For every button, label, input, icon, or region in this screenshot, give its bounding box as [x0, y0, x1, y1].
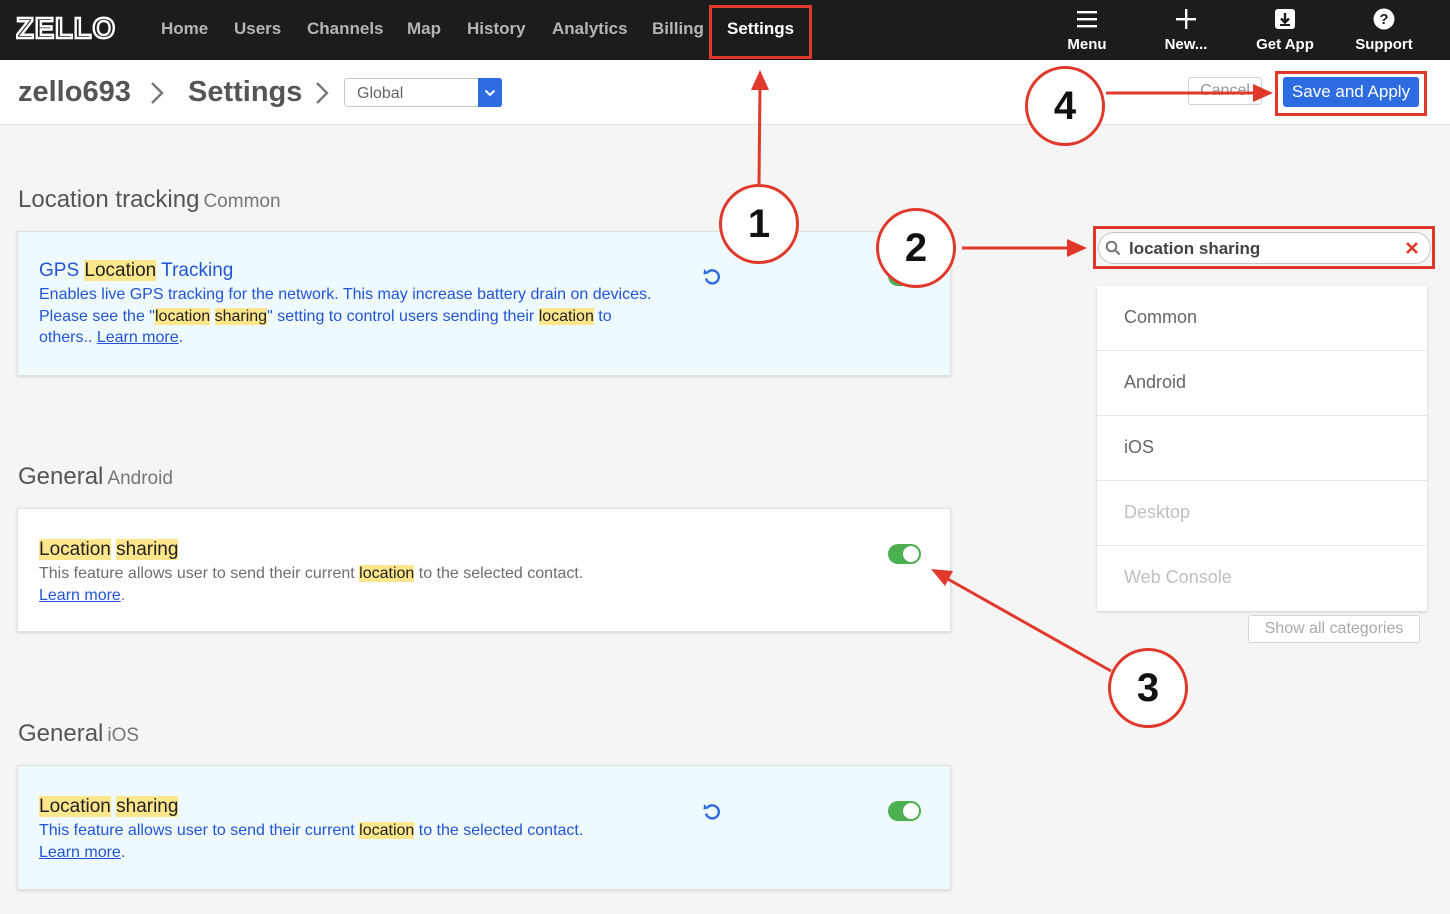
- section-title-location-tracking: Location tracking Common: [18, 186, 281, 214]
- description-line: others.. Learn more.: [39, 329, 184, 346]
- category-desktop[interactable]: Desktop: [1097, 481, 1427, 546]
- hamburger-icon: [1077, 11, 1097, 28]
- breadcrumb-account[interactable]: zello693: [18, 76, 131, 109]
- setting-description: This feature allows user to send their c…: [39, 820, 739, 863]
- setting-card-location-sharing-android: Location sharing This feature allows use…: [17, 508, 951, 632]
- category-ios[interactable]: iOS: [1097, 416, 1427, 481]
- section-title-general-android: General Android: [18, 463, 173, 491]
- setting-description: This feature allows user to send their c…: [39, 563, 739, 606]
- title-highlight: Location: [39, 796, 111, 817]
- svg-text:?: ?: [1379, 11, 1388, 28]
- section-title-general-ios: General iOS: [18, 720, 139, 748]
- annotation-marker-4: 4: [1025, 66, 1105, 146]
- learn-more-link[interactable]: Learn more: [39, 587, 121, 604]
- get-app-button[interactable]: Get App: [1240, 6, 1330, 53]
- setting-title: Location sharing: [39, 539, 179, 561]
- new-button[interactable]: New...: [1141, 6, 1231, 53]
- download-icon: [1275, 9, 1295, 29]
- plus-icon: [1176, 9, 1196, 29]
- location-sharing-ios-toggle[interactable]: [888, 801, 921, 821]
- description-text: This feature allows user to send their c…: [39, 565, 360, 582]
- scope-select-value: Global: [357, 85, 404, 102]
- description-text: This feature allows user to send their c…: [39, 822, 360, 839]
- description-text: to the selected contact.: [414, 565, 584, 582]
- category-android[interactable]: Android: [1097, 351, 1427, 416]
- section-title-text: Location tracking: [18, 186, 200, 213]
- description-text: to the selected contact.: [414, 822, 584, 839]
- title-highlight: Location: [39, 539, 111, 560]
- menu-label: Menu: [1067, 36, 1107, 53]
- location-sharing-android-toggle[interactable]: [888, 544, 921, 564]
- reset-icon[interactable]: [701, 265, 723, 287]
- description-text: to: [593, 307, 612, 325]
- title-highlight: sharing: [116, 796, 179, 817]
- description-highlight: location: [154, 307, 211, 325]
- description-highlight: location: [359, 822, 415, 839]
- setting-description: Enables live GPS tracking for the networ…: [39, 284, 739, 349]
- show-all-categories-button[interactable]: Show all categories: [1248, 615, 1420, 643]
- setting-title: GPS Location Tracking: [39, 260, 233, 282]
- annotation-box-save: [1275, 71, 1427, 116]
- section-subtitle: Android: [107, 468, 173, 489]
- nav-history[interactable]: History: [467, 19, 526, 39]
- description-text: Please see the ": [39, 307, 155, 325]
- description-line: This feature allows user to send their c…: [39, 563, 739, 585]
- page-title: Settings: [188, 76, 303, 108]
- description-line: Learn more.: [39, 843, 126, 861]
- reset-icon[interactable]: [701, 800, 723, 822]
- description-highlight: sharing: [214, 307, 268, 325]
- setting-card-location-sharing-ios: Location sharing This feature allows use…: [17, 765, 951, 890]
- annotation-marker-2: 2: [876, 208, 956, 288]
- setting-card-gps-location-tracking: GPS Location Tracking Enables live GPS t…: [17, 231, 951, 376]
- description-text: others..: [39, 329, 97, 346]
- nav-map[interactable]: Map: [407, 19, 441, 39]
- chevron-right-icon: [316, 82, 329, 104]
- chevron-right-icon: [151, 82, 164, 104]
- annotation-box-settings-tab: [709, 5, 812, 59]
- nav-analytics[interactable]: Analytics: [552, 19, 628, 39]
- nav-users[interactable]: Users: [234, 19, 281, 39]
- description-line: Enables live GPS tracking for the networ…: [39, 286, 652, 303]
- title-highlight: Location: [84, 260, 157, 281]
- learn-more-link[interactable]: Learn more: [97, 329, 179, 346]
- category-web-console[interactable]: Web Console: [1097, 546, 1427, 611]
- title-highlight: sharing: [116, 539, 179, 560]
- title-text: Tracking: [156, 260, 234, 281]
- section-title-text: General: [18, 463, 104, 490]
- annotation-box-search: [1093, 226, 1435, 269]
- get-app-label: Get App: [1256, 36, 1314, 53]
- nav-channels[interactable]: Channels: [307, 19, 384, 39]
- menu-button[interactable]: Menu: [1042, 6, 1132, 53]
- annotation-marker-3: 3: [1108, 648, 1188, 728]
- page-header: zello693 Settings Global Cancel Save and…: [0, 60, 1450, 125]
- zello-logo[interactable]: ZELLO: [16, 15, 132, 43]
- annotation-marker-1: 1: [719, 184, 799, 264]
- category-common[interactable]: Common: [1097, 286, 1427, 351]
- category-filter-list: Common Android iOS Desktop Web Console: [1097, 286, 1427, 611]
- support-label: Support: [1355, 36, 1413, 53]
- section-subtitle: Common: [203, 191, 281, 212]
- cancel-button[interactable]: Cancel: [1188, 77, 1262, 105]
- svg-text:ZELLO: ZELLO: [16, 15, 116, 43]
- section-subtitle: iOS: [107, 725, 140, 746]
- setting-title: Location sharing: [39, 796, 179, 818]
- chevron-down-icon: [478, 78, 502, 107]
- description-text: [210, 308, 214, 325]
- help-icon: ?: [1373, 8, 1395, 30]
- section-title-text: General: [18, 720, 104, 747]
- nav-home[interactable]: Home: [161, 19, 208, 39]
- new-label: New...: [1164, 36, 1208, 53]
- nav-billing[interactable]: Billing: [652, 19, 704, 39]
- description-line: Please see the "location sharing" settin…: [39, 306, 739, 328]
- description-highlight: location: [538, 307, 594, 325]
- description-line: This feature allows user to send their c…: [39, 820, 739, 842]
- title-text: GPS: [39, 260, 85, 281]
- support-button[interactable]: ? Support: [1339, 6, 1429, 53]
- description-text: " setting to control users sending their: [267, 307, 539, 325]
- learn-more-link[interactable]: Learn more: [39, 844, 121, 861]
- scope-select[interactable]: Global: [344, 78, 502, 107]
- description-line: Learn more.: [39, 586, 126, 604]
- description-highlight: location: [359, 565, 415, 582]
